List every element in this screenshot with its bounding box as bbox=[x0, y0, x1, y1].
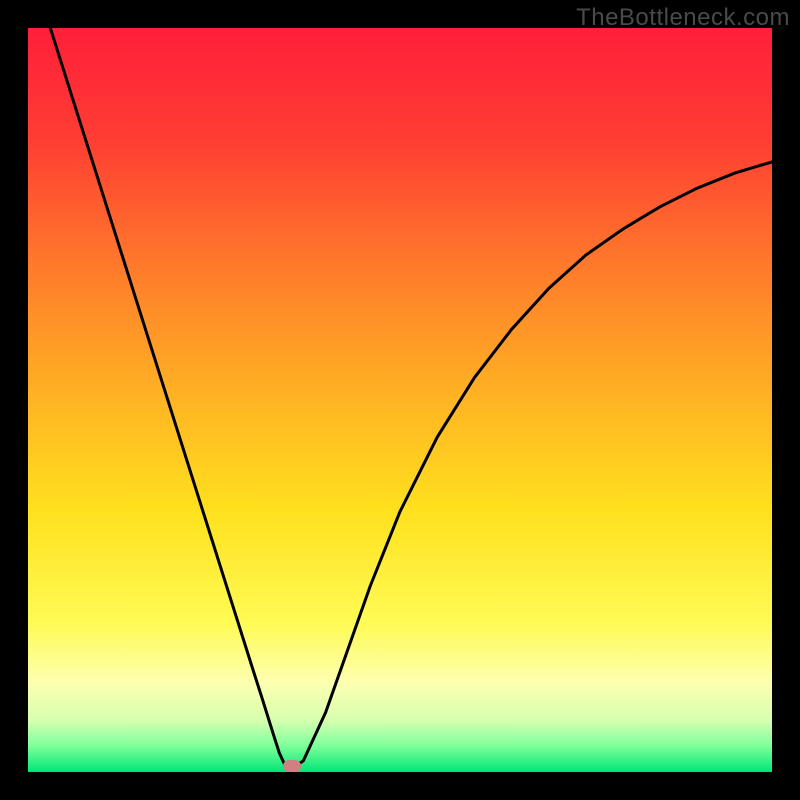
watermark-text: TheBottleneck.com bbox=[576, 4, 790, 32]
plot-area bbox=[28, 28, 772, 772]
plot-svg bbox=[28, 28, 772, 772]
gradient-rect bbox=[28, 28, 772, 772]
chart-frame: TheBottleneck.com bbox=[0, 0, 800, 800]
optimum-marker bbox=[283, 760, 301, 772]
